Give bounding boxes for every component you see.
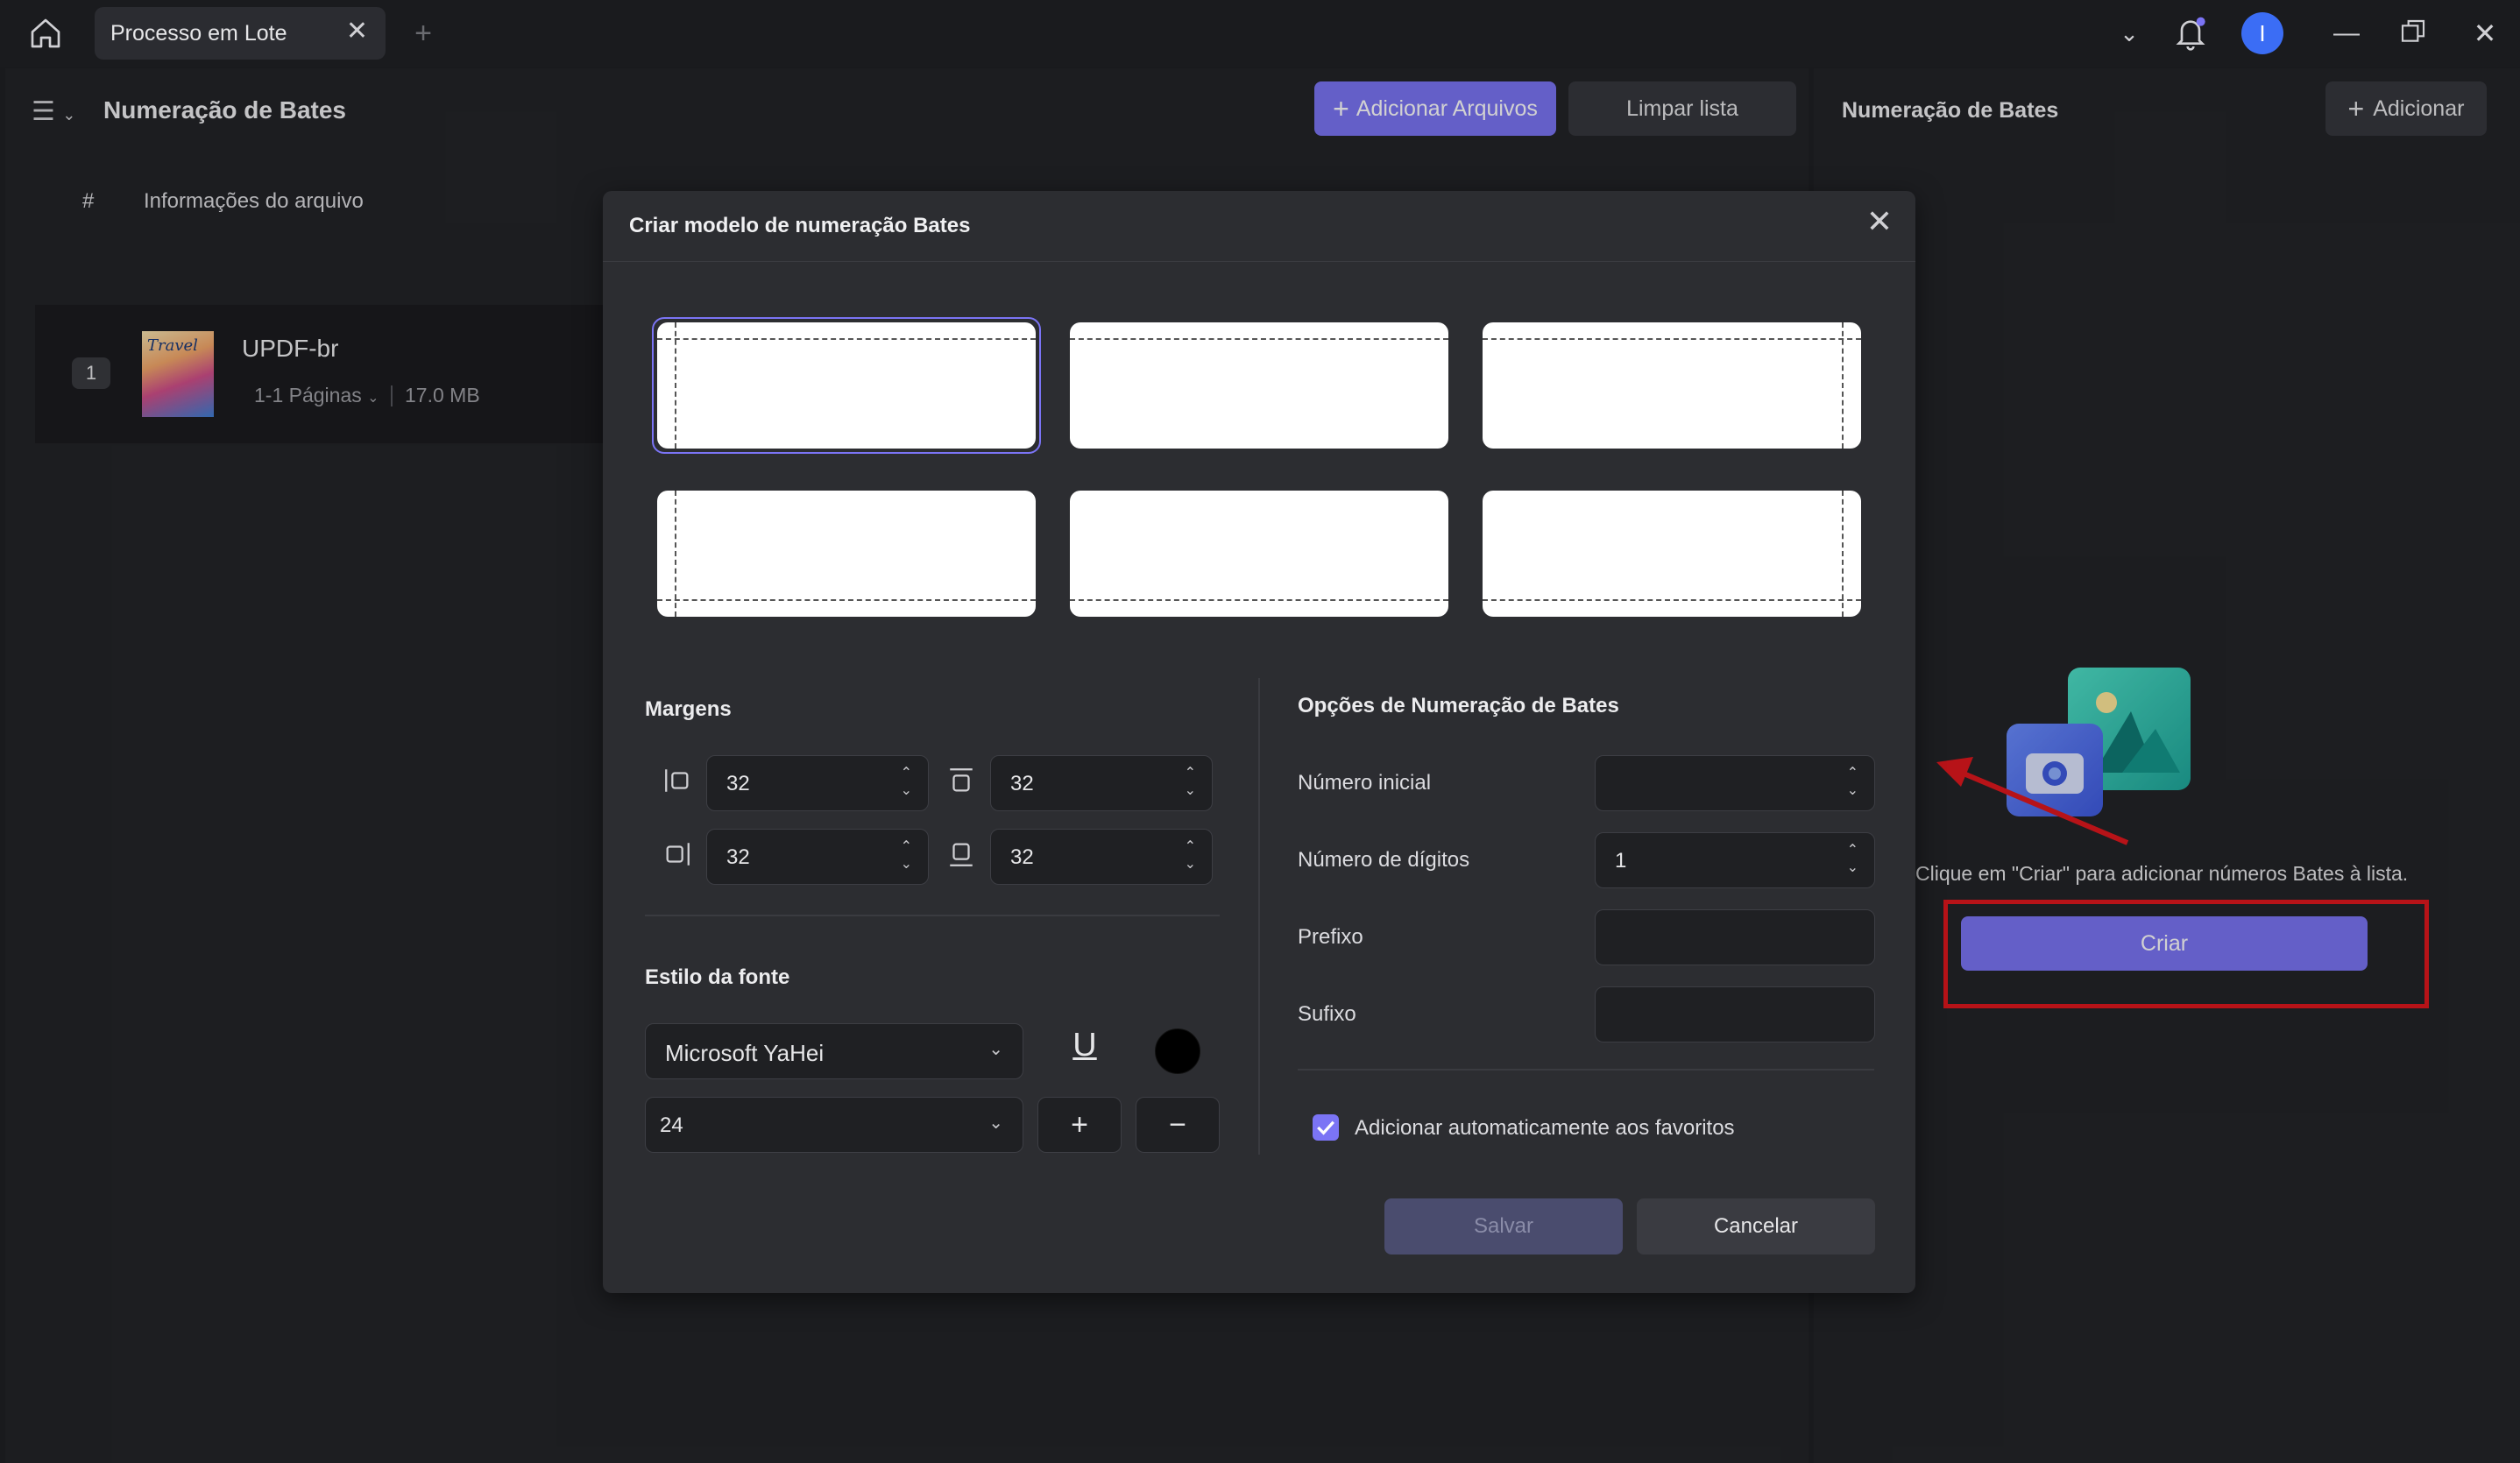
save-label: Salvar (1473, 1214, 1534, 1238)
position-top-right[interactable] (1483, 322, 1861, 449)
cancel-label: Cancelar (1713, 1214, 1799, 1238)
prefix-label: Prefixo (1298, 925, 1363, 949)
font-color-swatch[interactable] (1155, 1028, 1200, 1074)
margin-right-value: 32 (726, 845, 750, 869)
cancel-button[interactable]: Cancelar (1637, 1198, 1875, 1255)
stepper-icon[interactable]: ⌃ ⌄ (901, 838, 912, 873)
underline-button[interactable]: U (1058, 1027, 1111, 1074)
underline-icon: U (1072, 1027, 1097, 1064)
stepper-icon[interactable]: ⌃ ⌄ (901, 765, 912, 800)
new-tab-icon[interactable]: + (401, 0, 445, 67)
stepper-icon[interactable]: ⌃ ⌄ (1185, 765, 1196, 800)
start-number-label: Número inicial (1298, 771, 1432, 795)
bates-template-dialog: Criar modelo de numeração Bates ✕ Margen… (603, 191, 1915, 1293)
font-size-value: 24 (660, 1113, 683, 1137)
digits-input[interactable]: 1 ⌃ ⌄ (1595, 832, 1875, 888)
stepper-icon[interactable]: ⌃ ⌄ (1847, 842, 1858, 877)
auto-favorites-label: Adicionar automaticamente aos favoritos (1355, 1116, 1735, 1140)
margin-right-input[interactable]: 32 ⌃ ⌄ (706, 829, 929, 885)
divider (1298, 1069, 1874, 1071)
margin-top-input[interactable]: 32 ⌃ ⌄ (990, 755, 1213, 811)
tab-label: Processo em Lote (110, 21, 287, 46)
avatar[interactable]: I (2241, 12, 2283, 54)
stepper-icon[interactable]: ⌃ ⌄ (1847, 765, 1858, 800)
margin-top-icon (946, 766, 976, 795)
font-style-label: Estilo da fonte (645, 965, 790, 989)
dialog-title: Criar modelo de numeração Bates (629, 214, 971, 237)
font-size-decrease-button[interactable]: − (1136, 1097, 1220, 1153)
margins-label: Margens (645, 697, 732, 721)
margin-left-value: 32 (726, 772, 750, 795)
position-top-left[interactable] (657, 322, 1036, 449)
digits-label: Número de dígitos (1298, 848, 1470, 872)
suffix-input[interactable] (1595, 986, 1875, 1042)
margin-left-icon (662, 766, 692, 795)
position-bottom-center[interactable] (1070, 491, 1448, 617)
close-tab-icon[interactable]: ✕ (346, 16, 368, 46)
margin-top-value: 32 (1010, 772, 1034, 795)
auto-favorites-checkbox[interactable] (1313, 1114, 1339, 1141)
start-number-input[interactable]: ⌃ ⌄ (1595, 755, 1875, 811)
margin-right-icon (662, 839, 692, 869)
stepper-icon[interactable]: ⌃ ⌄ (1185, 838, 1196, 873)
chevron-down-icon: ⌄ (988, 1040, 1003, 1059)
chevron-down-icon[interactable]: ⌄ (2103, 0, 2155, 67)
digits-value: 1 (1615, 849, 1627, 873)
save-button[interactable]: Salvar (1384, 1198, 1623, 1255)
font-family-select[interactable]: Microsoft YaHei ⌄ (645, 1023, 1023, 1079)
guide-line (675, 491, 676, 617)
font-family-value: Microsoft YaHei (665, 1040, 825, 1066)
minimize-icon[interactable]: — (2320, 0, 2373, 67)
guide-line (657, 599, 1036, 601)
chevron-down-icon: ⌄ (988, 1113, 1003, 1133)
minus-icon: − (1169, 1108, 1186, 1141)
margin-bottom-icon (946, 839, 976, 869)
restore-icon[interactable] (2399, 18, 2431, 49)
title-bar: Processo em Lote ✕ + ⌄ I — ✕ (0, 0, 2520, 67)
bell-icon[interactable] (2173, 14, 2213, 54)
prefix-input[interactable] (1595, 909, 1875, 965)
guide-line (1842, 322, 1844, 449)
tab-batch-process[interactable]: Processo em Lote ✕ (95, 7, 386, 60)
guide-line (675, 322, 676, 449)
column-divider (1258, 678, 1260, 1155)
position-bottom-left[interactable] (657, 491, 1036, 617)
position-bottom-right[interactable] (1483, 491, 1861, 617)
margin-bottom-input[interactable]: 32 ⌃ ⌄ (990, 829, 1213, 885)
divider (645, 915, 1220, 916)
font-size-select[interactable]: 24 ⌄ (645, 1097, 1023, 1153)
guide-line (1483, 599, 1861, 601)
guide-line (1070, 338, 1448, 340)
close-window-icon[interactable]: ✕ (2460, 0, 2509, 67)
guide-line (657, 338, 1036, 340)
guide-line (1842, 491, 1844, 617)
bates-options-label: Opções de Numeração de Bates (1298, 694, 1619, 717)
font-size-increase-button[interactable]: + (1037, 1097, 1122, 1153)
dialog-header: Criar modelo de numeração Bates ✕ (603, 191, 1915, 262)
home-icon[interactable] (19, 0, 72, 74)
plus-icon: + (1071, 1108, 1088, 1141)
position-top-center[interactable] (1070, 322, 1448, 449)
close-dialog-icon[interactable]: ✕ (1866, 203, 1893, 240)
suffix-label: Sufixo (1298, 1002, 1356, 1026)
margin-bottom-value: 32 (1010, 845, 1034, 869)
avatar-initial: I (2259, 20, 2266, 46)
guide-line (1070, 599, 1448, 601)
margin-left-input[interactable]: 32 ⌃ ⌄ (706, 755, 929, 811)
guide-line (1483, 338, 1861, 340)
